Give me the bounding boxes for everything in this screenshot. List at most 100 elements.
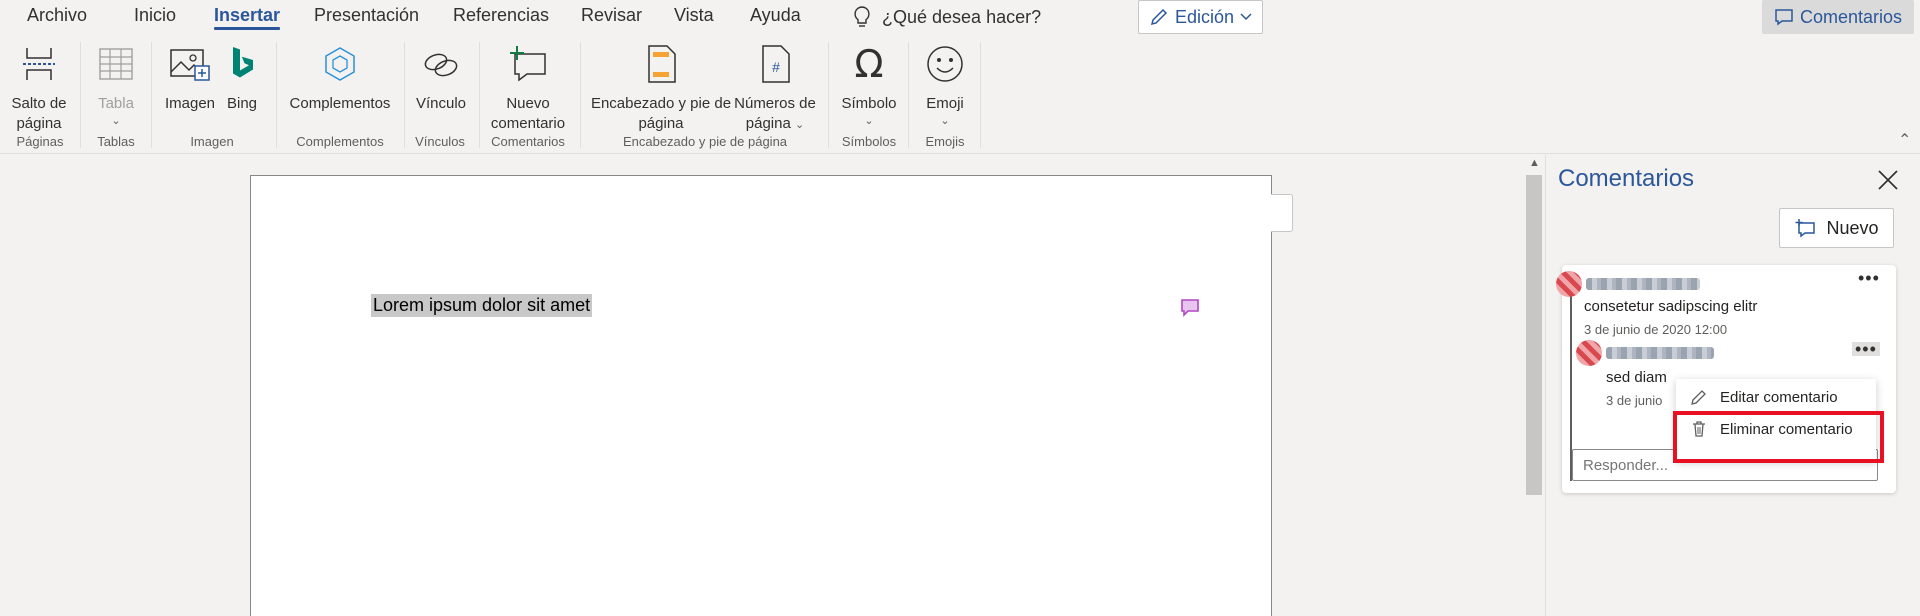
group-label-pages: Páginas (16, 134, 64, 149)
tab-revisar[interactable]: Revisar (581, 4, 642, 32)
header-footer-button[interactable]: Encabezado y pie de página (590, 40, 732, 134)
pencil-icon (1691, 390, 1706, 405)
link-button[interactable]: Vínculo (413, 40, 469, 114)
chevron-down-icon: ⌄ (795, 119, 805, 131)
addins-icon (325, 47, 355, 81)
ribbon: Salto de página Páginas Tabla ⌄ Tablas I… (0, 36, 1920, 154)
link-icon (424, 53, 458, 77)
lightbulb-icon (854, 6, 870, 27)
group-label-images: Imagen (190, 134, 234, 149)
image-button[interactable]: Imagen (162, 40, 218, 114)
chevron-down-icon (1240, 13, 1252, 21)
scrollbar-thumb[interactable] (1526, 175, 1542, 495)
new-comment-ribbon-button[interactable]: Nuevo comentario (488, 40, 568, 134)
reply-date: 3 de junio (1606, 393, 1663, 408)
document-area: Lorem ipsum dolor sit amet (0, 155, 1545, 616)
comments-toggle-label: Comentarios (1799, 6, 1903, 27)
reply-text: sed diam (1606, 369, 1667, 386)
table-label: Tabla (98, 95, 134, 112)
page-numbers-label-1: Números de (734, 95, 816, 112)
page-numbers-button[interactable]: # Números de página ⌄ (730, 40, 820, 134)
more-options-icon[interactable]: ••• (1852, 340, 1880, 358)
group-separator (980, 42, 981, 148)
tab-archivo[interactable]: Archivo (27, 4, 87, 32)
comment-text: consetetur sadipscing elitr (1584, 298, 1758, 315)
page-break-button[interactable]: Salto de página (8, 40, 70, 134)
document-text[interactable]: Lorem ipsum dolor sit amet (371, 294, 593, 317)
new-comment-button[interactable]: Nuevo (1779, 208, 1894, 248)
close-icon[interactable] (1876, 168, 1900, 192)
picture-icon (170, 49, 210, 81)
page-number-icon: # (762, 45, 790, 83)
document-page[interactable]: Lorem ipsum dolor sit amet (250, 175, 1272, 616)
page-break-icon (23, 48, 55, 80)
table-button[interactable]: Tabla ⌄ (91, 40, 141, 128)
chevron-down-icon: ⌄ (940, 115, 950, 127)
editing-mode-button[interactable]: Edición (1138, 0, 1263, 34)
image-label: Imagen (164, 95, 216, 112)
table-icon (99, 48, 133, 80)
group-label-header-footer: Encabezado y pie de página (622, 134, 788, 149)
highlight-annotation-box (1673, 411, 1884, 463)
vertical-scrollbar[interactable]: ▲ (1523, 155, 1545, 616)
edit-comment-menu-item[interactable]: Editar comentario (1676, 381, 1876, 413)
group-label-comments: Comentarios (491, 134, 565, 149)
scroll-up-icon[interactable]: ▲ (1529, 157, 1540, 169)
omega-icon: Ω (854, 42, 884, 86)
avatar (1556, 271, 1582, 297)
bing-button[interactable]: Bing (222, 40, 262, 114)
comment-date: 3 de junio de 2020 12:00 (1584, 322, 1728, 337)
group-label-addins: Complementos (296, 134, 384, 149)
author-name-redacted (1586, 278, 1700, 290)
emoji-button[interactable]: Emoji ⌄ (918, 40, 972, 128)
collapse-ribbon-icon[interactable]: ⌃ (1898, 130, 1911, 150)
comments-toggle-button[interactable]: Comentarios (1762, 0, 1914, 34)
editing-mode-label: Edición (1174, 6, 1235, 27)
tab-ayuda[interactable]: Ayuda (750, 4, 801, 32)
tab-presentacion[interactable]: Presentación (314, 4, 419, 32)
menu-bar: Archivo Inicio Insertar Presentación Ref… (0, 0, 1920, 36)
comments-pane-title: Comentarios (1558, 165, 1695, 192)
addins-label: Complementos (289, 95, 391, 112)
edit-comment-label: Editar comentario (1720, 388, 1838, 406)
tell-me-search[interactable]: ¿Qué desea hacer? (852, 2, 1041, 32)
bing-label: Bing (226, 95, 258, 112)
chevron-down-icon: ⌄ (864, 115, 874, 127)
header-footer-icon (648, 45, 676, 83)
group-separator (828, 42, 829, 148)
comment-icon (1775, 9, 1793, 26)
group-label-symbols: Símbolos (841, 134, 897, 149)
group-separator (80, 42, 81, 148)
group-separator (404, 42, 405, 148)
smiley-icon (927, 46, 963, 82)
tab-inicio[interactable]: Inicio (134, 4, 176, 32)
group-separator (276, 42, 277, 148)
group-label-tables: Tablas (97, 134, 135, 149)
chevron-down-icon: ⌄ (111, 115, 121, 127)
group-separator (151, 42, 152, 148)
symbol-button[interactable]: Ω Símbolo ⌄ (836, 40, 902, 128)
new-comment-label-2: comentario (490, 115, 566, 132)
comment-marker-icon[interactable] (1179, 297, 1201, 319)
tab-referencias[interactable]: Referencias (453, 4, 549, 32)
new-comment-icon (1795, 219, 1816, 238)
author-name-redacted (1606, 347, 1714, 359)
page-edge-tab (1271, 194, 1293, 232)
tab-insertar[interactable]: Insertar (214, 4, 281, 32)
group-label-links: Vínculos (415, 134, 465, 149)
page-numbers-label-2: página ⌄ (746, 114, 804, 134)
svg-text:#: # (772, 59, 780, 75)
new-comment-button-label: Nuevo (1826, 217, 1879, 238)
more-options-icon[interactable]: ••• (1858, 269, 1880, 287)
page-break-label-2: página (16, 115, 62, 132)
page-break-label-1: Salto de (11, 95, 67, 112)
tab-vista[interactable]: Vista (674, 4, 714, 32)
avatar (1576, 340, 1602, 366)
addins-button[interactable]: Complementos (286, 40, 394, 114)
tell-me-text: ¿Qué desea hacer? (882, 6, 1042, 27)
group-separator (908, 42, 909, 148)
group-separator (580, 42, 581, 148)
group-separator (479, 42, 480, 148)
header-footer-label-2: página (638, 115, 684, 132)
pencil-icon (1150, 8, 1168, 26)
